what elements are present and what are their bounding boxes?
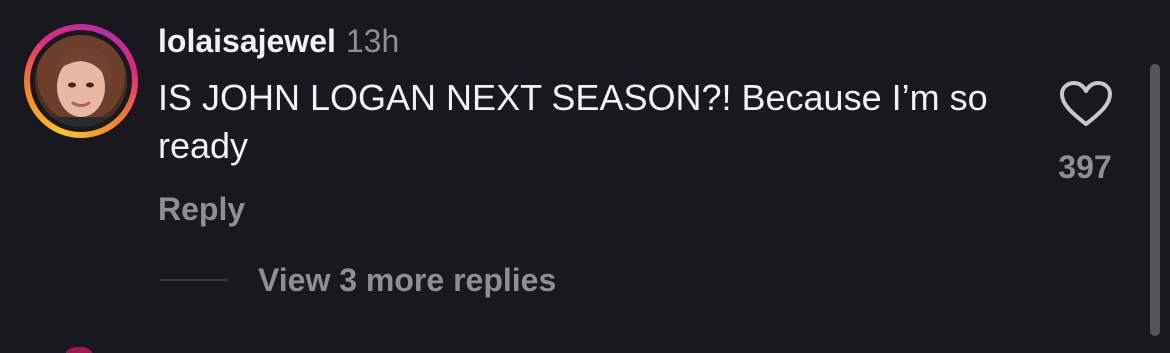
comment-header: lolaisajewel 13h (158, 20, 399, 62)
replies-divider-line (160, 279, 228, 281)
avatar-story-ring[interactable] (24, 24, 138, 138)
view-more-replies-label: View 3 more replies (258, 261, 557, 298)
next-comment-avatar-peek (64, 347, 94, 353)
like-count: 397 (1058, 149, 1112, 185)
username-link[interactable]: lolaisajewel (158, 23, 336, 59)
avatar (35, 35, 127, 127)
scrollbar[interactable] (1150, 64, 1160, 336)
like-button[interactable] (1059, 80, 1113, 128)
heart-outline-icon (1060, 81, 1112, 126)
comment-text: IS JOHN LOGAN NEXT SEASON?! Because I’m … (158, 77, 988, 166)
view-more-replies-button[interactable]: View 3 more replies (160, 258, 556, 302)
comment-timestamp: 13h (345, 23, 400, 59)
reply-button[interactable]: Reply (158, 188, 245, 230)
avatar-image (35, 35, 127, 127)
